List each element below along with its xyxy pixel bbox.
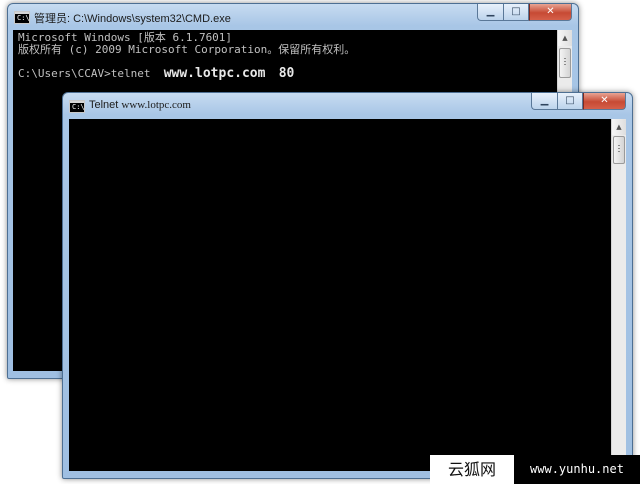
cmd-scroll-up-arrow[interactable]: ▲ <box>558 30 572 46</box>
cmd-close-button[interactable]: ✕ <box>529 4 572 21</box>
telnet-scroll-up-arrow[interactable]: ▲ <box>612 119 626 135</box>
cmd-console-text: Microsoft Windows [版本 6.1.7601] 版权所有 (c) … <box>13 30 557 82</box>
telnet-title-prefix: Telnet <box>89 99 119 111</box>
telnet-minimize-button[interactable]: ▁ <box>531 93 557 110</box>
watermark-url: www.yunhu.net <box>514 455 640 484</box>
console-line-command: C:\Users\CCAV>telnet www.lotpc.com 80 <box>18 66 552 81</box>
telnet-maximize-button[interactable]: □ <box>557 93 583 110</box>
command-prompt: C:\Users\CCAV>telnet <box>18 67 151 80</box>
cmd-window-controls: ▁ □ ✕ <box>477 4 572 22</box>
telnet-window-title: Telnet www.lotpc.com <box>89 99 191 111</box>
telnet-window[interactable]: C:\ Telnet www.lotpc.com ▁ □ ✕ ▲ <box>62 92 633 479</box>
site-watermark: 云狐网 www.yunhu.net <box>430 455 640 484</box>
telnet-vertical-scrollbar[interactable]: ▲ <box>611 119 626 471</box>
console-line-copyright: 版权所有 (c) 2009 Microsoft Corporation。保留所有… <box>18 43 356 56</box>
cmd-minimize-button[interactable]: ▁ <box>477 4 503 21</box>
watermark-logo-text: 云狐网 <box>430 455 514 484</box>
telnet-titlebar[interactable]: C:\ Telnet www.lotpc.com ▁ □ ✕ <box>63 93 632 119</box>
telnet-close-button[interactable]: ✕ <box>583 93 626 110</box>
telnet-console[interactable] <box>69 119 611 471</box>
console-icon: C:\ <box>14 11 30 24</box>
telnet-scroll-thumb[interactable] <box>613 136 625 164</box>
cmd-scroll-thumb[interactable] <box>559 48 571 78</box>
console-icon: C:\ <box>69 100 85 113</box>
cmd-titlebar[interactable]: C:\ 管理员: C:\Windows\system32\CMD.exe ▁ □… <box>8 4 578 30</box>
telnet-title-host: www.lotpc.com <box>121 99 191 111</box>
telnet-window-controls: ▁ □ ✕ <box>531 93 626 111</box>
command-host: www.lotpc.com <box>163 66 266 81</box>
command-port: 80 <box>278 66 295 81</box>
cmd-maximize-button[interactable]: □ <box>503 4 529 21</box>
cmd-window-title: 管理员: C:\Windows\system32\CMD.exe <box>34 13 231 25</box>
